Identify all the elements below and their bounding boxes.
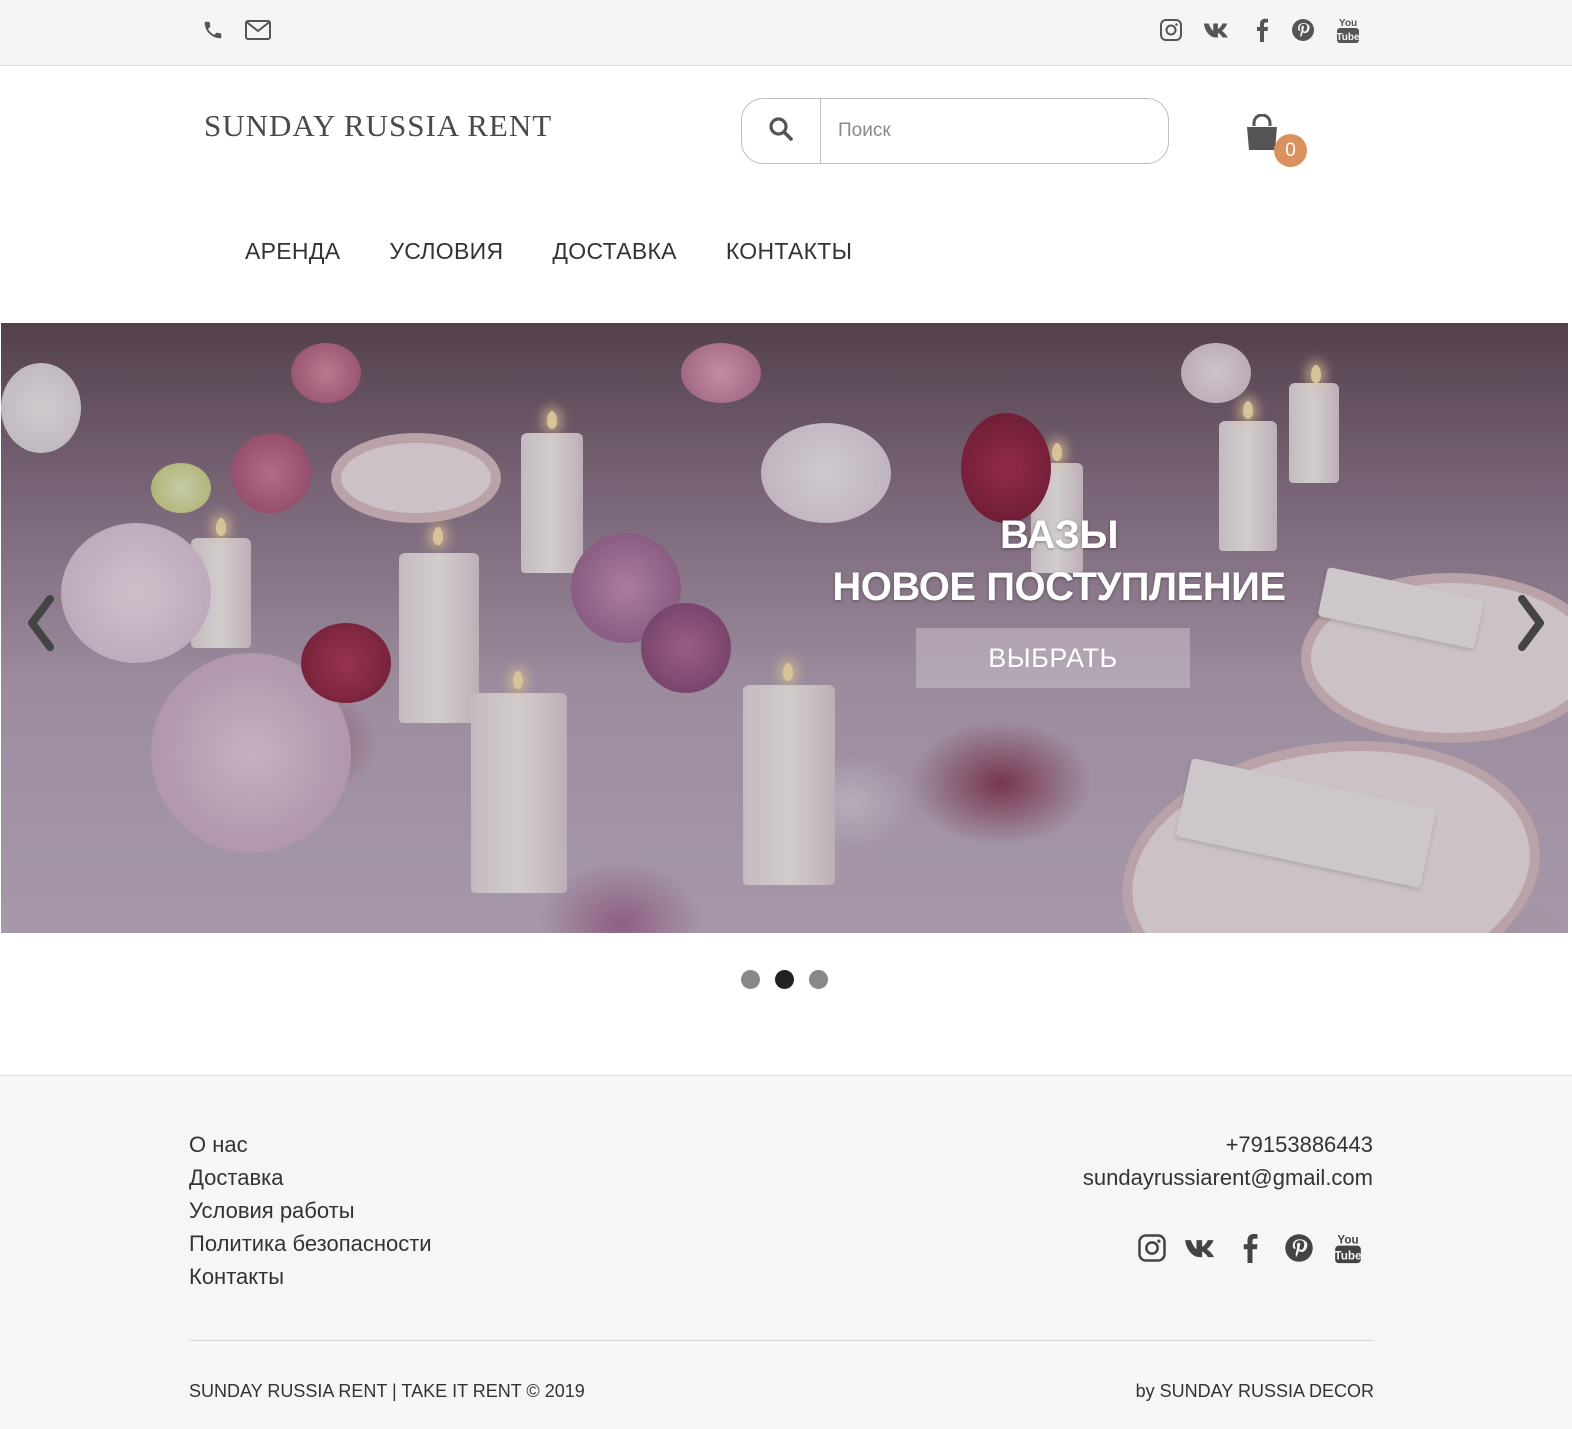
slider-dot-1[interactable] — [741, 970, 760, 989]
instagram-icon[interactable] — [1157, 16, 1185, 44]
prev-slide-button[interactable] — [19, 593, 63, 657]
phone-icon[interactable] — [199, 16, 227, 44]
slider-dot-3[interactable] — [809, 970, 828, 989]
search-bar — [741, 98, 1169, 164]
vk-icon[interactable] — [1184, 1231, 1218, 1265]
footer-copyright: SUNDAY RUSSIA RENT | TAKE IT RENT © 2019 — [189, 1381, 585, 1401]
hero-title: ВАЗЫ НОВОЕ ПОСТУПЛЕНИЕ — [811, 509, 1307, 613]
footer-link-about[interactable]: О нас — [189, 1128, 432, 1161]
cart-count-badge: 0 — [1274, 134, 1307, 167]
top-bar: You Tube — [0, 0, 1572, 66]
footer-phone[interactable]: +79153886443 — [1083, 1128, 1373, 1161]
svg-text:You: You — [1339, 18, 1357, 29]
nav-item-rent[interactable]: АРЕНДА — [245, 238, 340, 265]
mail-icon[interactable] — [244, 16, 272, 44]
youtube-icon[interactable]: You Tube — [1331, 1231, 1365, 1265]
cart-button[interactable]: 0 — [1243, 113, 1307, 170]
search-button[interactable] — [742, 99, 821, 163]
next-slide-button[interactable] — [1509, 593, 1553, 657]
footer-email[interactable]: sundayrussiarent@gmail.com — [1083, 1161, 1373, 1194]
svg-text:Tube: Tube — [1335, 1250, 1362, 1263]
nav-item-contacts[interactable]: КОНТАКТЫ — [726, 238, 852, 265]
slider-dots — [741, 970, 843, 989]
footer-link-delivery[interactable]: Доставка — [189, 1161, 432, 1194]
instagram-icon[interactable] — [1135, 1231, 1169, 1265]
footer-contacts: +79153886443 sundayrussiarent@gmail.com — [1083, 1128, 1373, 1194]
hero-overlay — [1, 323, 1568, 933]
footer-social: You Tube — [1135, 1231, 1380, 1265]
pinterest-icon[interactable] — [1282, 1231, 1316, 1265]
footer-divider — [189, 1340, 1374, 1341]
nav-item-conditions[interactable]: УСЛОВИЯ — [389, 238, 503, 265]
main-nav: АРЕНДА УСЛОВИЯ ДОСТАВКА КОНТАКТЫ — [245, 238, 901, 265]
svg-text:Tube: Tube — [1336, 32, 1360, 43]
footer-link-terms[interactable]: Условия работы — [189, 1194, 432, 1227]
footer-by-credit[interactable]: by SUNDAY RUSSIA DECOR — [1136, 1381, 1374, 1402]
pinterest-icon[interactable] — [1289, 16, 1317, 44]
chevron-left-icon — [26, 594, 56, 656]
hero-title-line2: НОВОЕ ПОСТУПЛЕНИЕ — [832, 565, 1286, 609]
svg-text:You: You — [1337, 1233, 1358, 1246]
search-icon — [768, 116, 794, 147]
facebook-icon[interactable] — [1248, 16, 1276, 44]
hero-cta-button[interactable]: ВЫБРАТЬ — [916, 628, 1190, 688]
facebook-icon[interactable] — [1233, 1231, 1267, 1265]
footer-links: О нас Доставка Условия работы Политика б… — [189, 1128, 432, 1293]
nav-item-delivery[interactable]: ДОСТАВКА — [552, 238, 676, 265]
footer: О нас Доставка Условия работы Политика б… — [0, 1075, 1572, 1429]
site-logo[interactable]: SUNDAY RUSSIA RENT — [204, 108, 552, 144]
search-input[interactable] — [821, 99, 1168, 163]
hero-title-line1: ВАЗЫ — [1000, 513, 1119, 557]
slider-dot-2[interactable] — [775, 970, 794, 989]
vk-icon[interactable] — [1203, 16, 1231, 44]
footer-link-privacy[interactable]: Политика безопасности — [189, 1227, 432, 1260]
footer-link-contacts[interactable]: Контакты — [189, 1260, 432, 1293]
hero-slider: ВАЗЫ НОВОЕ ПОСТУПЛЕНИЕ ВЫБРАТЬ — [1, 323, 1568, 933]
youtube-icon[interactable]: You Tube — [1334, 16, 1362, 44]
chevron-right-icon — [1516, 594, 1546, 656]
